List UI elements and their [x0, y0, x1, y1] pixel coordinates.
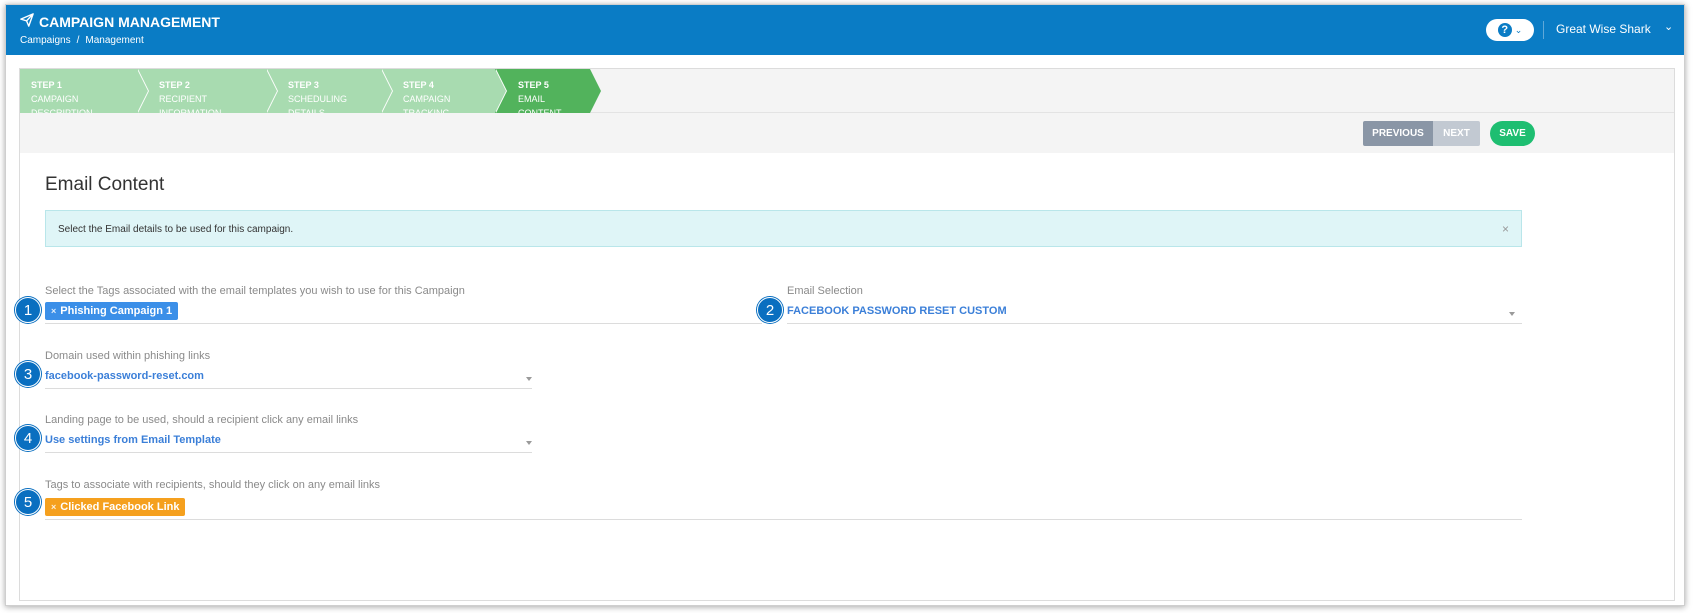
- landing-page-label: Landing page to be used, should a recipi…: [45, 414, 359, 426]
- domain-select-underline[interactable]: [45, 388, 532, 389]
- help-icon: ?: [1497, 23, 1512, 37]
- landing-page-underline[interactable]: [45, 452, 532, 453]
- previous-button[interactable]: PREVIOUS: [1363, 121, 1433, 146]
- info-alert-text: Select the Email details to be used for …: [58, 224, 294, 235]
- email-selection-value[interactable]: FACEBOOK PASSWORD RESET CUSTOM: [787, 305, 1007, 317]
- wizard-step-5[interactable]: STEP 5 EMAIL CONTENT: [495, 69, 601, 118]
- wizard-steps-bar: STEP 1 CAMPAIGN DESCRIPTION STEP 2 RECIP…: [20, 69, 1674, 118]
- tag-chip-label: Phishing Campaign 1: [60, 305, 173, 317]
- info-alert: Select the Email details to be used for …: [45, 210, 1522, 247]
- step-arrow: [137, 69, 148, 113]
- domain-select-value[interactable]: facebook-password-reset.com: [45, 370, 204, 382]
- user-menu-name[interactable]: Great Wise Shark: [1556, 22, 1651, 36]
- wizard-step-4[interactable]: STEP 4 CAMPAIGN TRACKING: [381, 69, 507, 118]
- step-number: STEP 2: [159, 80, 190, 90]
- click-tags-label: Tags to associate with recipients, shoul…: [45, 479, 381, 491]
- wizard-step-3[interactable]: STEP 3 SCHEDULING DETAILS: [266, 69, 393, 118]
- click-tag-chip-label: Clicked Facebook Link: [60, 501, 180, 513]
- app-title: CAMPAIGN MANAGEMENT: [20, 13, 220, 30]
- top-header: CAMPAIGN MANAGEMENT Campaigns / Manageme…: [6, 5, 1684, 55]
- tags-field-underline[interactable]: [45, 323, 762, 324]
- save-button[interactable]: SAVE: [1490, 121, 1535, 146]
- email-selection-underline[interactable]: [787, 323, 1522, 324]
- breadcrumb-campaigns[interactable]: Campaigns: [20, 35, 71, 46]
- tags-field-label: Select the Tags associated with the emai…: [45, 285, 465, 297]
- breadcrumb-separator: /: [76, 35, 80, 46]
- wizard-step-1[interactable]: STEP 1 CAMPAIGN DESCRIPTION: [20, 69, 149, 118]
- step-arrow: [495, 69, 506, 113]
- next-button[interactable]: NEXT: [1433, 121, 1480, 146]
- callout-badge-4: 4: [15, 425, 41, 451]
- landing-dropdown-arrow-icon[interactable]: [526, 441, 532, 445]
- campaign-wizard-card: STEP 1 CAMPAIGN DESCRIPTION STEP 2 RECIP…: [19, 68, 1675, 601]
- app-window: CAMPAIGN MANAGEMENT Campaigns / Manageme…: [5, 4, 1685, 606]
- close-icon[interactable]: ×: [1502, 222, 1509, 236]
- callout-badge-5: 5: [15, 489, 41, 515]
- step-number: STEP 3: [288, 80, 319, 90]
- paper-plane-icon: [20, 13, 34, 30]
- callout-badge-1: 1: [15, 297, 41, 323]
- email-dropdown-arrow-icon[interactable]: [1509, 312, 1515, 316]
- header-divider: [1543, 21, 1544, 39]
- tag-chip[interactable]: × Phishing Campaign 1: [45, 302, 179, 320]
- click-tag-chip[interactable]: × Clicked Facebook Link: [45, 498, 186, 516]
- step-number: STEP 1: [31, 80, 62, 90]
- breadcrumb-management: Management: [85, 35, 144, 46]
- domain-field-label: Domain used within phishing links: [45, 350, 211, 362]
- step-arrow: [266, 69, 277, 113]
- chevron-down-icon: ⌄: [1514, 24, 1523, 35]
- wizard-step-2[interactable]: STEP 2 RECIPIENT INFORMATION: [137, 69, 278, 118]
- email-selection-label: Email Selection: [787, 285, 863, 297]
- step-number: STEP 5: [518, 80, 549, 90]
- step-arrow: [590, 69, 601, 113]
- landing-page-select-value[interactable]: Use settings from Email Template: [45, 434, 221, 446]
- user-chevron-down-icon[interactable]: ⌄: [1664, 20, 1673, 33]
- callout-badge-2: 2: [757, 297, 783, 323]
- step-arrow: [381, 69, 392, 113]
- click-tags-underline[interactable]: [45, 519, 1522, 520]
- breadcrumb: Campaigns / Management: [20, 35, 144, 46]
- step-number: STEP 4: [403, 80, 434, 90]
- remove-tag-icon[interactable]: ×: [51, 502, 56, 512]
- page-title: Email Content: [45, 174, 165, 195]
- remove-tag-icon[interactable]: ×: [51, 306, 56, 316]
- help-menu-button[interactable]: ? ⌄: [1486, 19, 1534, 41]
- wizard-toolbar: PREVIOUS NEXT SAVE: [20, 113, 1674, 153]
- app-title-text: CAMPAIGN MANAGEMENT: [39, 13, 220, 30]
- domain-dropdown-arrow-icon[interactable]: [526, 377, 532, 381]
- callout-badge-3: 3: [15, 361, 41, 387]
